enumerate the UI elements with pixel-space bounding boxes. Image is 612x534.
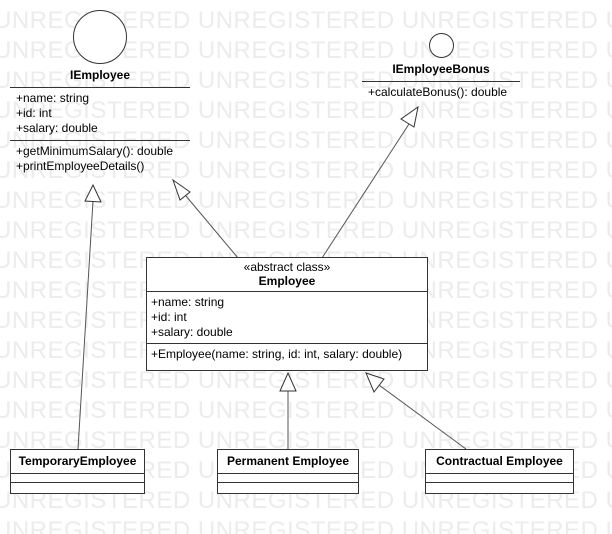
stereotype: «abstract class» (243, 260, 331, 274)
interface-lollipop-icon (429, 33, 454, 58)
class-name: Employee (258, 274, 316, 288)
attributes-section (426, 473, 573, 482)
class-header: TemporaryEmployee (11, 450, 144, 473)
iemployeebonus-name: IEmployeeBonus (392, 62, 490, 76)
operation: +Employee(name: string, id: int, salary:… (151, 347, 403, 361)
employee-class[interactable]: «abstract class» Employee +name: string … (146, 257, 428, 371)
operation: +getMinimumSalary(): double (16, 144, 174, 158)
divider (10, 140, 190, 141)
interface-lollipop-icon (73, 10, 127, 64)
class-header: «abstract class» Employee (147, 258, 427, 291)
class-header: Permanent Employee (218, 450, 358, 473)
class-header: Contractual Employee (426, 450, 573, 473)
operations-section (11, 482, 144, 491)
attribute: +id: int (16, 106, 52, 120)
divider (362, 81, 520, 82)
attribute: +salary: double (16, 121, 98, 135)
class-name: TemporaryEmployee (18, 454, 137, 468)
divider (10, 87, 190, 88)
class-name: Contractual Employee (436, 454, 563, 468)
operations-section: +Employee(name: string, id: int, salary:… (147, 343, 427, 365)
employee-to-iemployeebonus-link (321, 123, 410, 259)
attribute: +name: string (16, 91, 90, 105)
attribute: +name: string (151, 295, 225, 309)
attribute: +salary: double (151, 325, 233, 339)
permanent-employee-class[interactable]: Permanent Employee (217, 449, 359, 494)
iemployee-name: IEmployee (69, 68, 131, 82)
operations-section (426, 482, 573, 491)
temporary-employee-class[interactable]: TemporaryEmployee (10, 449, 145, 494)
operation: +printEmployeeDetails() (16, 159, 145, 173)
contractual-employee-class[interactable]: Contractual Employee (425, 449, 574, 494)
generalization-arrowhead (365, 372, 385, 393)
employee-to-iemployee-link (185, 195, 239, 259)
attributes-section (218, 473, 358, 482)
operations-section (218, 482, 358, 491)
class-name: Permanent Employee (226, 454, 350, 468)
realization-arrowhead (400, 105, 419, 128)
realization-arrowhead (84, 183, 102, 203)
attribute: +id: int (151, 310, 187, 324)
contractual-to-employee-link (378, 384, 467, 450)
attributes-section (11, 473, 144, 482)
operation: +calculateBonus(): double (368, 85, 508, 99)
attributes-section: +name: string +id: int +salary: double (147, 291, 427, 343)
generalization-arrowhead (279, 371, 297, 392)
temporary-to-iemployee-link (77, 200, 94, 450)
